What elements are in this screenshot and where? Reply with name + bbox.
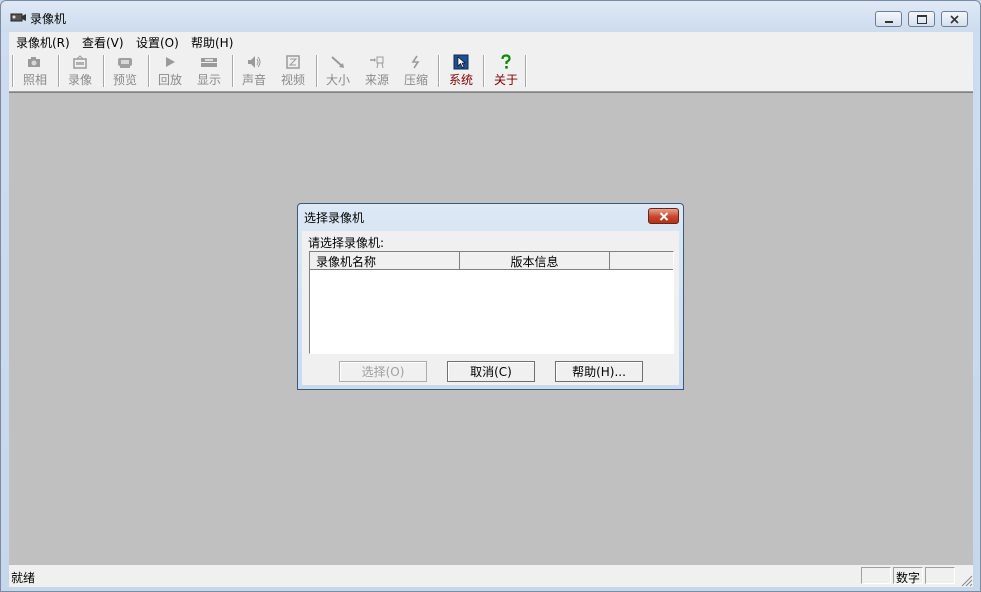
window-title: 录像机 <box>30 12 67 26</box>
toolbar-separator <box>438 55 440 87</box>
list-header: 录像机名称 版本信息 <box>310 252 673 270</box>
help-button[interactable]: 帮助(H)... <box>555 361 643 382</box>
minimize-button[interactable] <box>875 11 902 27</box>
toolbar-label: 声音 <box>241 73 266 87</box>
video-icon <box>286 55 300 69</box>
toolbar-source-button[interactable]: 来源 <box>363 53 391 89</box>
minimize-icon <box>884 20 893 23</box>
toolbar-separator <box>103 55 105 87</box>
toolbar-separator <box>483 55 485 87</box>
compress-icon <box>411 55 420 69</box>
resize-grip-icon[interactable] <box>959 573 973 587</box>
toolbar-compress-button[interactable]: 压缩 <box>402 53 430 89</box>
toolbar-system-button[interactable]: 系统 <box>447 53 475 89</box>
toolbar-label: 视频 <box>280 73 305 87</box>
status-pane-scroll <box>925 567 955 584</box>
column-header-recorder-name[interactable]: 录像机名称 <box>310 252 460 269</box>
toolbar-separator <box>316 55 318 87</box>
status-bar: 就绪 数字 <box>9 565 973 587</box>
toolbar: 照相 录像 预览 回放 显示 声音 视频 大小 来源 压缩 系统 关于 <box>9 51 973 92</box>
toolbar-label: 显示 <box>196 73 221 87</box>
toolbar-label: 系统 <box>448 73 473 87</box>
close-icon <box>950 14 959 24</box>
dialog-prompt: 请选择录像机: <box>308 236 385 250</box>
toolbar-camera-button[interactable]: 照相 <box>21 53 49 89</box>
dialog-close-button[interactable] <box>648 208 679 224</box>
toolbar-about-button[interactable]: 关于 <box>492 53 520 89</box>
toolbar-label: 回放 <box>157 73 182 87</box>
toolbar-play-button[interactable]: 回放 <box>156 53 184 89</box>
close-window-button[interactable] <box>941 11 968 27</box>
maximize-icon <box>916 14 927 24</box>
menu-settings[interactable]: 设置(O) <box>136 34 179 51</box>
source-icon <box>370 56 384 69</box>
maximize-button[interactable] <box>908 11 935 27</box>
title-bar[interactable]: 录像机 <box>1 1 980 33</box>
preview-icon <box>118 58 132 68</box>
toolbar-label: 录像 <box>67 73 92 87</box>
toolbar-label: 预览 <box>112 73 137 87</box>
dialog-title: 选择录像机 <box>304 211 365 225</box>
menu-view[interactable]: 查看(V) <box>82 34 124 51</box>
toolbar-separator <box>525 55 527 87</box>
toolbar-separator <box>232 55 234 87</box>
toolbar-separator <box>12 55 14 87</box>
toolbar-video-button[interactable]: 视频 <box>279 53 307 89</box>
select-recorder-dialog: 选择录像机 请选择录像机: 录像机名称 版本信息 选择(O) 取消(C) 帮助(… <box>297 203 684 390</box>
resize-icon <box>331 56 344 68</box>
menu-recorder[interactable]: 录像机(R) <box>16 34 70 51</box>
toolbar-label: 关于 <box>493 73 518 87</box>
system-icon <box>453 54 469 70</box>
camera-icon <box>28 57 40 67</box>
toolbar-preview-button[interactable]: 预览 <box>111 53 139 89</box>
toolbar-label: 照相 <box>22 73 47 87</box>
toolbar-label: 压缩 <box>403 73 428 87</box>
status-pane-caps <box>861 567 891 584</box>
toolbar-resize-button[interactable]: 大小 <box>324 53 352 89</box>
column-header-version[interactable]: 版本信息 <box>460 252 610 269</box>
camcorder-icon <box>10 13 26 22</box>
recorder-list[interactable]: 录像机名称 版本信息 <box>309 251 674 354</box>
cancel-button[interactable]: 取消(C) <box>447 361 535 382</box>
dialog-body: 请选择录像机: 录像机名称 版本信息 选择(O) 取消(C) 帮助(H)... <box>302 231 679 385</box>
select-button[interactable]: 选择(O) <box>339 361 427 382</box>
toolbar-record-button[interactable]: 录像 <box>66 53 94 89</box>
toolbar-sound-button[interactable]: 声音 <box>240 53 268 89</box>
help-question-icon <box>501 54 511 69</box>
toolbar-label: 大小 <box>325 73 350 87</box>
status-text: 就绪 <box>11 571 36 585</box>
record-icon <box>73 55 87 69</box>
toolbar-display-button[interactable]: 显示 <box>195 53 223 89</box>
status-pane-num: 数字 <box>893 567 923 585</box>
toolbar-separator <box>58 55 60 87</box>
menu-help[interactable]: 帮助(H) <box>191 34 233 51</box>
play-icon <box>166 57 175 67</box>
toolbar-label: 来源 <box>364 73 389 87</box>
menu-bar: 录像机(R) 查看(V) 设置(O) 帮助(H) <box>9 32 973 51</box>
close-icon <box>659 211 668 221</box>
display-icon <box>201 58 217 67</box>
speaker-icon <box>248 56 261 68</box>
toolbar-separator <box>148 55 150 87</box>
